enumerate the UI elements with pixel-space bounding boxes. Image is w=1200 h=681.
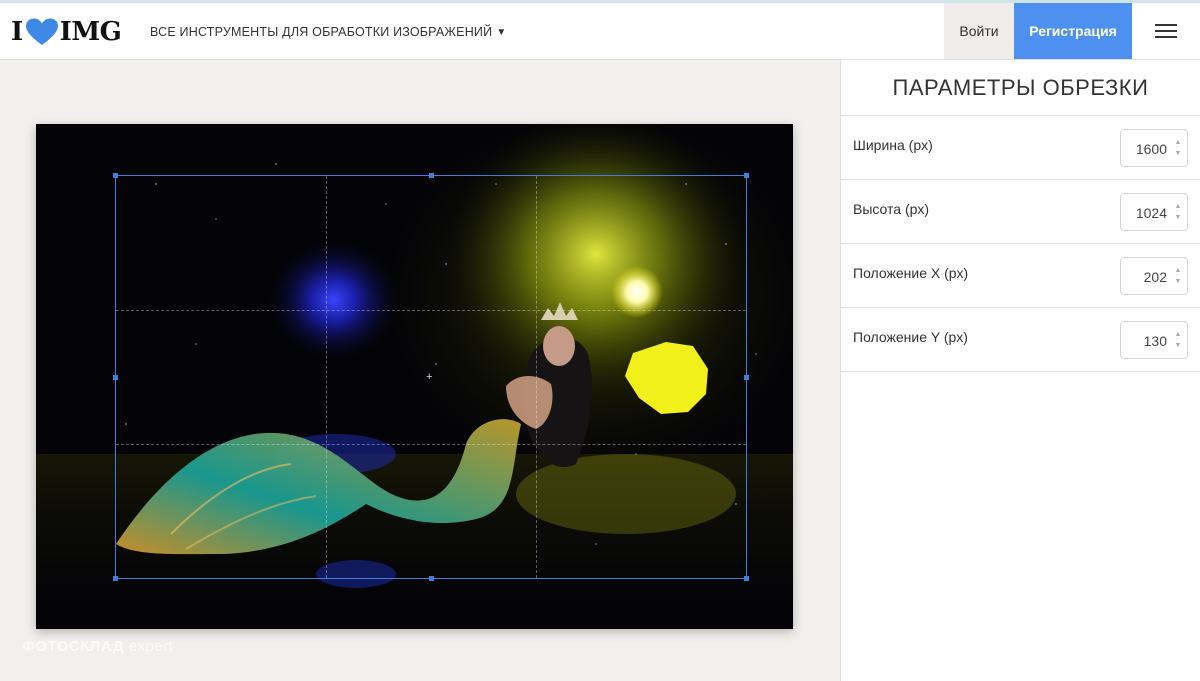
height-value: 1024 <box>1135 205 1167 221</box>
watermark: ФОТОСКЛАД expert <box>22 638 173 655</box>
height-input[interactable]: 1024 ▲ ▼ <box>1120 193 1188 231</box>
param-width-label: Ширина (px) <box>853 137 933 153</box>
iloveimg-logo[interactable]: I IMG <box>11 17 122 47</box>
watermark-bold: ФОТОСКЛАД <box>22 638 125 655</box>
position-x-input[interactable]: 202 ▲ ▼ <box>1120 257 1188 295</box>
position-y-input[interactable]: 130 ▲ ▼ <box>1120 321 1188 359</box>
spinner-arrows-icon[interactable]: ▲ ▼ <box>1173 137 1183 161</box>
spinner-arrows-icon[interactable]: ▲ ▼ <box>1173 265 1183 289</box>
all-tools-dropdown[interactable]: ВСЕ ИНСТРУМЕНТЫ ДЛЯ ОБРАБОТКИ ИЗОБРАЖЕНИ… <box>150 25 506 39</box>
hamburger-menu-icon[interactable] <box>1146 20 1186 44</box>
crop-grid-line <box>535 176 537 578</box>
login-button[interactable]: Войти <box>944 3 1014 59</box>
crop-handle-bottom-left[interactable] <box>113 576 118 581</box>
caret-down-icon: ▼ <box>496 26 507 38</box>
position-x-value: 202 <box>1143 269 1167 285</box>
heart-icon <box>25 18 59 46</box>
top-header: I IMG ВСЕ ИНСТРУМЕНТЫ ДЛЯ ОБРАБОТКИ ИЗОБ… <box>0 3 1200 60</box>
crop-handle-left[interactable] <box>113 375 118 380</box>
crop-grid-line <box>116 309 746 311</box>
spinner-arrows-icon[interactable]: ▲ ▼ <box>1173 329 1183 353</box>
param-x-label: Положение X (px) <box>853 265 969 281</box>
logo-text-img: IMG <box>59 17 122 47</box>
watermark-light: expert <box>128 638 174 655</box>
param-y-label: Положение Y (px) <box>853 329 968 345</box>
param-y-row: Положение Y (px) 130 ▲ ▼ <box>841 308 1200 372</box>
crop-handle-top[interactable] <box>429 173 434 178</box>
crop-options-panel: ПАРАМЕТРЫ ОБРЕЗКИ Ширина (px) 1600 ▲ ▼ Вы… <box>840 60 1200 681</box>
editor-workspace: + ФОТОСКЛАД expert <box>0 60 840 681</box>
width-input[interactable]: 1600 ▲ ▼ <box>1120 129 1188 167</box>
register-label: Регистрация <box>1029 23 1117 39</box>
login-label: Войти <box>959 23 999 39</box>
all-tools-label: ВСЕ ИНСТРУМЕНТЫ ДЛЯ ОБРАБОТКИ ИЗОБРАЖЕНИ… <box>150 25 493 39</box>
panel-title: ПАРАМЕТРЫ ОБРЕЗКИ <box>841 60 1200 116</box>
param-height-label: Высота (px) <box>853 201 930 217</box>
crop-handle-bottom[interactable] <box>429 576 434 581</box>
param-height-row: Высота (px) 1024 ▲ ▼ <box>841 180 1200 244</box>
crop-selection[interactable]: + <box>113 173 749 581</box>
crop-handle-bottom-right[interactable] <box>744 576 749 581</box>
crop-handle-top-right[interactable] <box>744 173 749 178</box>
crop-handle-top-left[interactable] <box>113 173 118 178</box>
crop-grid-line <box>325 176 327 578</box>
register-button[interactable]: Регистрация <box>1014 3 1132 59</box>
logo-letter-i: I <box>11 17 23 47</box>
param-x-row: Положение X (px) 202 ▲ ▼ <box>841 244 1200 308</box>
width-value: 1600 <box>1135 141 1167 157</box>
crop-grid-line <box>116 443 746 445</box>
crosshair-icon: + <box>426 371 433 383</box>
position-y-value: 130 <box>1143 333 1167 349</box>
param-width-row: Ширина (px) 1600 ▲ ▼ <box>841 116 1200 180</box>
spinner-arrows-icon[interactable]: ▲ ▼ <box>1173 201 1183 225</box>
crop-handle-right[interactable] <box>744 375 749 380</box>
image-preview[interactable]: + <box>36 124 793 629</box>
